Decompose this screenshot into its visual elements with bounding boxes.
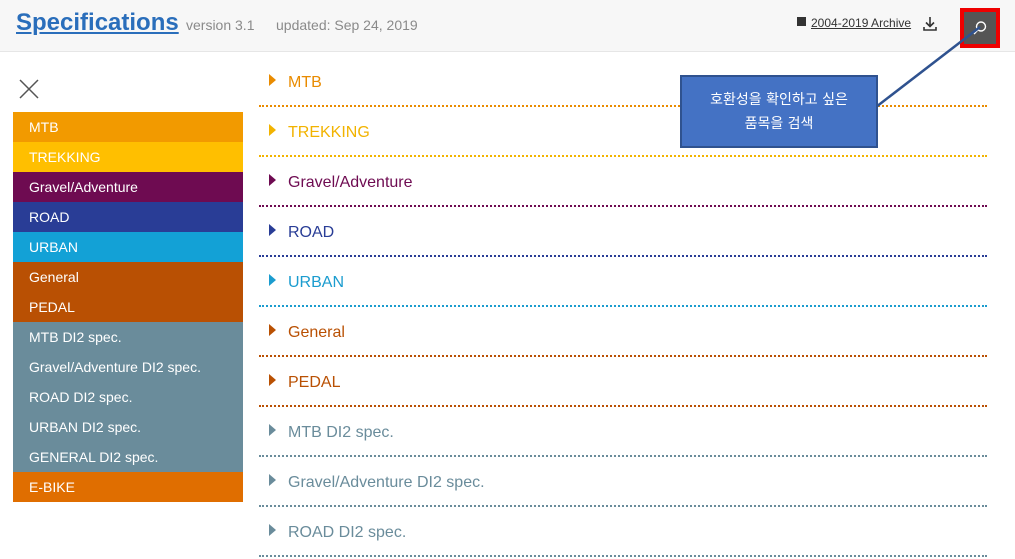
- sidebar-item[interactable]: General: [13, 262, 243, 292]
- caret-right-icon: [269, 274, 276, 286]
- sidebar-item[interactable]: URBAN: [13, 232, 243, 262]
- category-row[interactable]: PEDAL: [259, 359, 987, 407]
- caret-right-icon: [269, 124, 276, 136]
- category-row[interactable]: Gravel/Adventure DI2 spec.: [259, 459, 987, 507]
- callout-line-1: 호환성을 확인하고 싶은: [710, 91, 848, 108]
- page-header: Specifications version 3.1 updated: Sep …: [0, 0, 1015, 52]
- sidebar-item[interactable]: ROAD DI2 spec.: [13, 382, 243, 412]
- category-row[interactable]: MTB DI2 spec.: [259, 409, 987, 457]
- caret-right-icon: [269, 524, 276, 536]
- caret-right-icon: [269, 174, 276, 186]
- sidebar-item[interactable]: Gravel/Adventure DI2 spec.: [13, 352, 243, 382]
- category-label: MTB: [288, 74, 322, 91]
- caret-right-icon: [269, 474, 276, 486]
- caret-right-icon: [269, 74, 276, 86]
- caret-right-icon: [269, 324, 276, 336]
- archive-link-group: 2004-2019 Archive: [797, 16, 911, 30]
- category-label: ROAD DI2 spec.: [288, 524, 407, 541]
- sidebar-item[interactable]: MTB DI2 spec.: [13, 322, 243, 352]
- search-callout: 호환성을 확인하고 싶은 품목을 검색: [680, 75, 878, 148]
- caret-right-icon: [269, 374, 276, 386]
- caret-right-icon: [269, 424, 276, 436]
- sidebar-item[interactable]: URBAN DI2 spec.: [13, 412, 243, 442]
- sidebar-item[interactable]: ROAD: [13, 202, 243, 232]
- search-button[interactable]: [960, 8, 1000, 48]
- callout-line-2: 품목을 검색: [744, 115, 814, 132]
- download-icon[interactable]: [922, 15, 938, 33]
- category-row[interactable]: ROAD DI2 spec.: [259, 509, 987, 557]
- sidebar-item[interactable]: TREKKING: [13, 142, 243, 172]
- version-label: version 3.1: [186, 17, 255, 33]
- updated-label: updated: Sep 24, 2019: [276, 17, 418, 33]
- archive-link[interactable]: 2004-2019 Archive: [811, 16, 911, 30]
- category-label: URBAN: [288, 274, 345, 291]
- sidebar-item[interactable]: Gravel/Adventure: [13, 172, 243, 202]
- category-row[interactable]: Gravel/Adventure: [259, 159, 987, 207]
- category-row[interactable]: ROAD: [259, 209, 987, 257]
- category-label: Gravel/Adventure DI2 spec.: [288, 474, 485, 491]
- category-label: MTB DI2 spec.: [288, 424, 394, 441]
- category-label: PEDAL: [288, 374, 341, 391]
- sidebar-menu: MTB TREKKING Gravel/Adventure ROAD URBAN Gene…: [13, 112, 243, 502]
- sidebar-item[interactable]: MTB: [13, 112, 243, 142]
- close-icon[interactable]: [18, 78, 40, 100]
- archive-icon: [797, 16, 806, 26]
- category-label: General: [288, 324, 345, 341]
- search-icon: [973, 21, 987, 35]
- sidebar-item[interactable]: E-BIKE: [13, 472, 243, 502]
- sidebar-item[interactable]: GENERAL DI2 spec.: [13, 442, 243, 472]
- caret-right-icon: [269, 224, 276, 236]
- category-row[interactable]: General: [259, 309, 987, 357]
- category-label: Gravel/Adventure: [288, 174, 413, 191]
- category-label: TREKKING: [288, 124, 370, 141]
- page-title[interactable]: Specifications: [16, 9, 179, 37]
- category-label: ROAD: [288, 224, 335, 241]
- category-row[interactable]: URBAN: [259, 259, 987, 307]
- sidebar-item[interactable]: PEDAL: [13, 292, 243, 322]
